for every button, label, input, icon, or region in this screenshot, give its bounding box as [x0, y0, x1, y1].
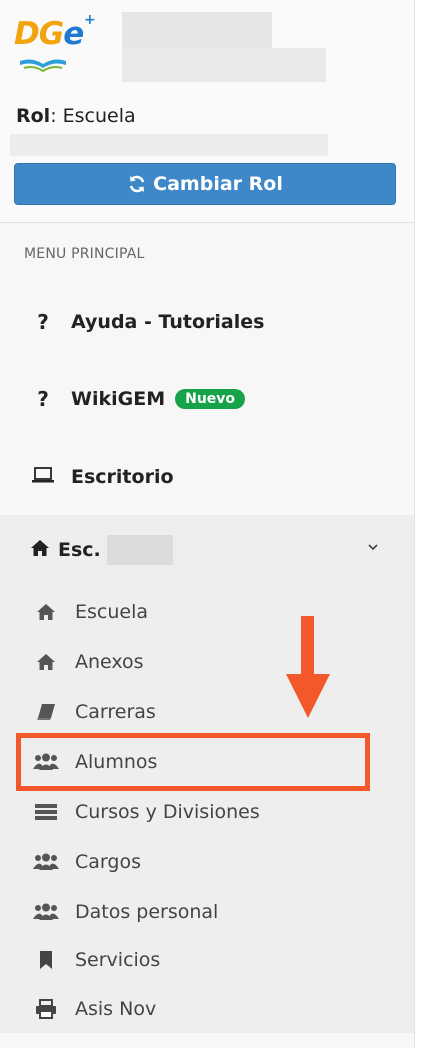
role-key: Rol [16, 105, 51, 127]
menu-item-label: Ayuda - Tutoriales [71, 311, 265, 333]
subitem-label: Anexos [75, 651, 144, 673]
subitem-label: Servicios [75, 949, 161, 971]
down-arrow-annotation [286, 616, 330, 718]
refresh-icon [129, 175, 145, 193]
highlight-box [16, 733, 370, 791]
school-group-label: Esc. [58, 539, 101, 561]
printer-icon [32, 999, 60, 1019]
laptop-icon [30, 465, 56, 489]
redacted-school-short-name [106, 535, 173, 565]
role-value: : Escuela [50, 105, 136, 127]
menu-section-label: MENU PRINCIPAL [24, 246, 145, 262]
subitem-asis-nov[interactable]: Asis Nov [0, 986, 414, 1032]
menu-item-wikigem[interactable]: ? WikiGEM Nuevo [0, 371, 414, 427]
logo-plus: + [84, 12, 96, 28]
change-role-label: Cambiar Rol [153, 173, 283, 195]
subitem-cargos[interactable]: Cargos [0, 839, 414, 885]
question-icon: ? [37, 387, 49, 411]
subitem-label: Cursos y Divisiones [75, 801, 260, 823]
menu-item-label: Escritorio [71, 466, 174, 488]
role-line: Rol: Escuela [16, 105, 136, 127]
home-icon [32, 653, 60, 671]
logo-text: DGe [14, 16, 84, 52]
open-book-icon [20, 59, 66, 72]
subitem-label: Datos personal [75, 901, 219, 923]
chevron-down-icon [368, 544, 378, 551]
sidebar-header: DGe + Rol: Escuela Cambiar Rol [0, 0, 414, 223]
bookmark-icon [32, 950, 60, 970]
question-icon: ? [37, 310, 49, 334]
book-icon [32, 703, 60, 721]
subitem-label: Carreras [75, 701, 156, 723]
redacted-user-name [122, 12, 272, 48]
stack-icon [32, 803, 60, 821]
subitem-escuela[interactable]: Escuela [0, 589, 414, 635]
subitem-anexos[interactable]: Anexos [0, 639, 414, 685]
menu-item-help-tutorials[interactable]: ? Ayuda - Tutoriales [0, 294, 414, 350]
users-icon [32, 853, 60, 871]
sidebar: DGe + Rol: Escuela Cambiar Rol MENU PRIN… [0, 0, 415, 1048]
home-icon [30, 539, 52, 562]
users-icon [32, 903, 60, 921]
change-role-button[interactable]: Cambiar Rol [14, 163, 396, 205]
dge-logo[interactable]: DGe + [14, 12, 96, 72]
subitem-carreras[interactable]: Carreras [0, 689, 414, 735]
subitem-servicios[interactable]: Servicios [0, 937, 414, 983]
menu-item-desktop[interactable]: Escritorio [0, 449, 414, 505]
redacted-school-name [10, 134, 328, 156]
new-badge: Nuevo [175, 389, 246, 409]
menu-item-label: WikiGEM [71, 388, 166, 410]
subitem-datos-personal[interactable]: Datos personal [0, 889, 414, 935]
redacted-user-detail [122, 48, 326, 82]
home-icon [32, 603, 60, 621]
subitem-cursos-divisiones[interactable]: Cursos y Divisiones [0, 789, 414, 835]
school-group-toggle[interactable]: Esc. [0, 515, 414, 585]
subitem-label: Asis Nov [75, 998, 157, 1020]
subitem-label: Cargos [75, 851, 141, 873]
subitem-label: Escuela [75, 601, 149, 623]
